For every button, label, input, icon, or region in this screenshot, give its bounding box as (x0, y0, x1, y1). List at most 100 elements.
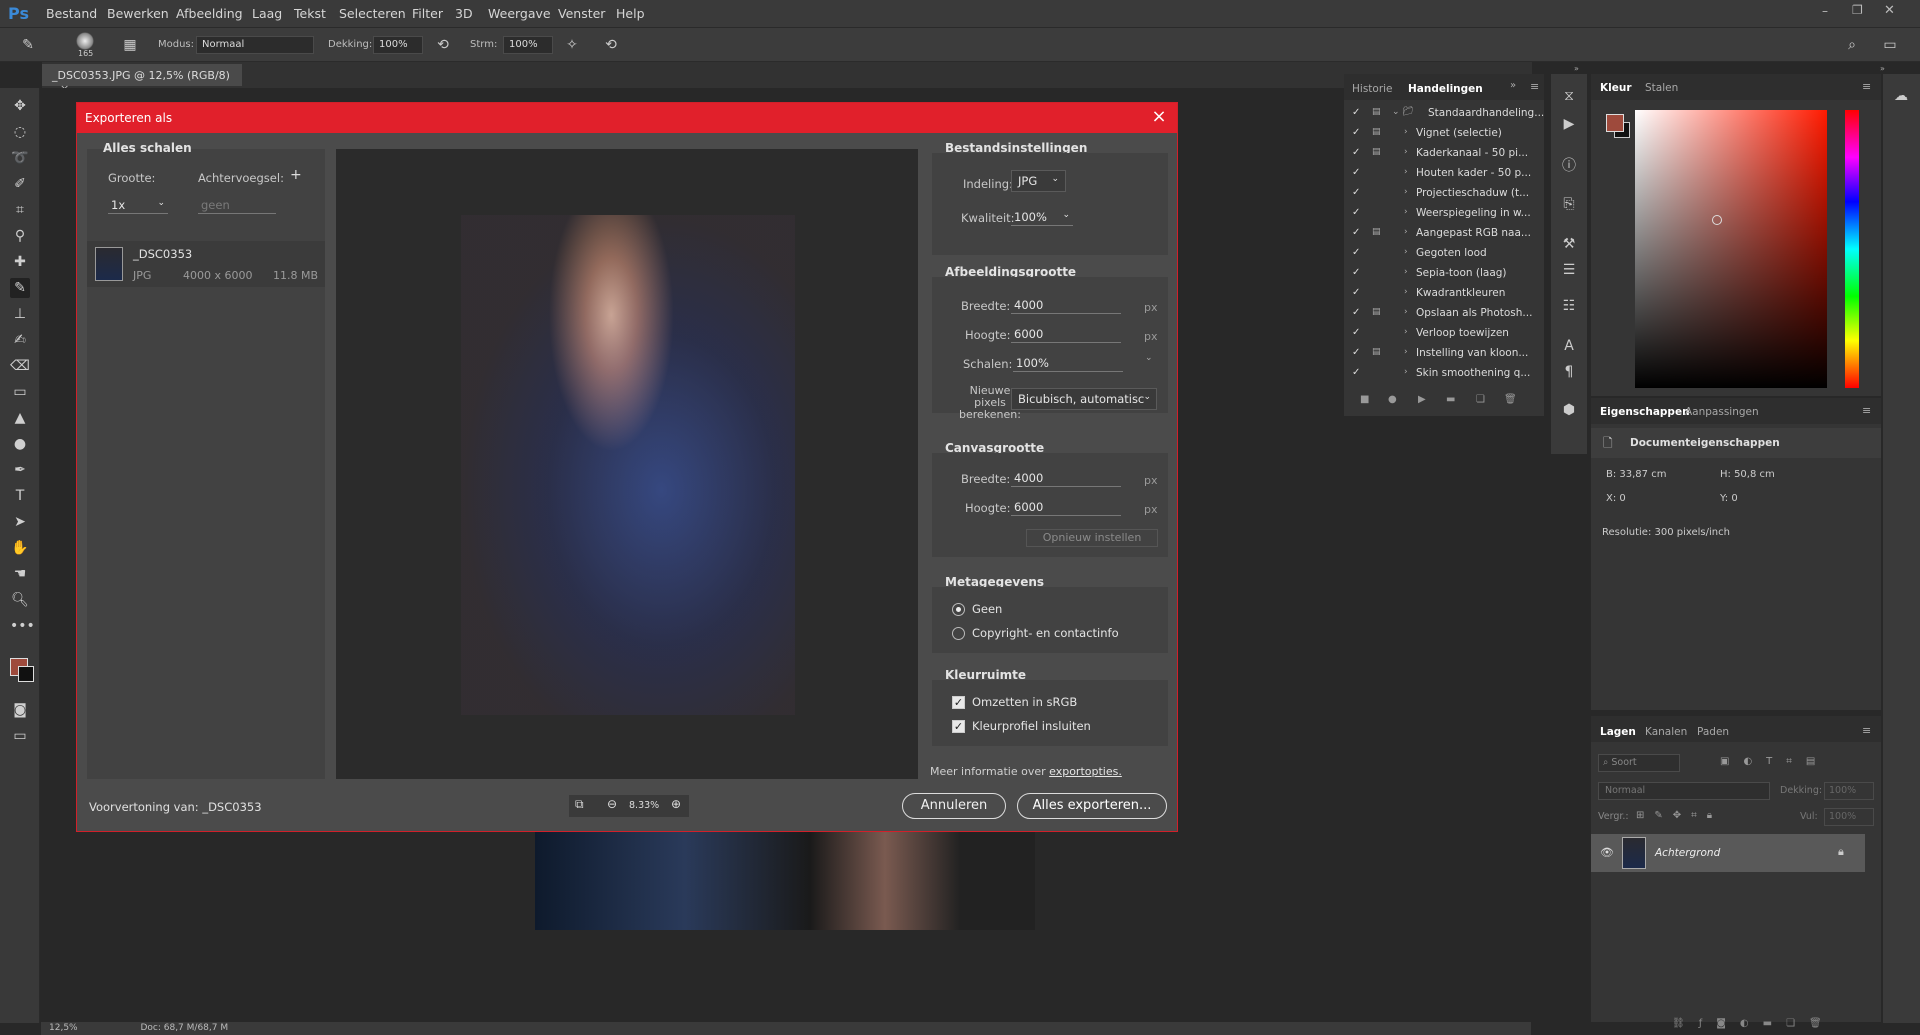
action-enabled-check-icon[interactable]: ✓ (1352, 347, 1360, 358)
layers-footer-icons[interactable]: ⛓ƒ◙◐▬❏🗑︎ (1672, 1018, 1836, 1029)
menu-weergave[interactable]: Weergave (488, 6, 551, 21)
suffix-input[interactable]: geen (198, 197, 276, 214)
lasso-tool-icon[interactable]: ➰ (10, 148, 30, 168)
properties-menu-icon[interactable]: ≡ (1862, 404, 1871, 417)
brush-tool-icon[interactable]: ✎ (18, 35, 38, 55)
action-row[interactable]: ✓ › Skin smoothening q... (1344, 364, 1544, 384)
cloud-libraries-icon[interactable]: ☁ (1891, 86, 1911, 106)
action-enabled-check-icon[interactable]: ✓ (1352, 327, 1360, 338)
cancel-button[interactable]: Annuleren (902, 793, 1006, 819)
folder-expand-icon[interactable]: ⌄ 📁︎ (1392, 107, 1414, 117)
export-all-button[interactable]: Alles exporteren... (1017, 793, 1167, 819)
action-enabled-check-icon[interactable]: ✓ (1352, 107, 1360, 118)
color-fg-swatch[interactable] (1606, 114, 1624, 132)
3d-icon[interactable]: ⬢ (1559, 400, 1579, 420)
reset-button[interactable]: Opnieuw instellen (1026, 529, 1158, 547)
pressure-size-icon[interactable]: ⟲ (601, 35, 621, 55)
action-enabled-check-icon[interactable]: ✓ (1352, 187, 1360, 198)
screen-mode-icon[interactable]: ▭ (10, 726, 30, 746)
pen-tool-icon[interactable]: ✒ (10, 460, 30, 480)
action-row[interactable]: ✓ › Sepia-toon (laag) (1344, 264, 1544, 284)
action-row[interactable]: ✓ › Kwadrantkleuren (1344, 284, 1544, 304)
metadata-none-radio[interactable] (952, 603, 965, 616)
action-enabled-check-icon[interactable]: ✓ (1352, 307, 1360, 318)
actions-play-icon[interactable]: ▶ (1559, 114, 1579, 134)
play-icon[interactable]: ▶ (1418, 394, 1426, 405)
tab-stalen[interactable]: Stalen (1645, 82, 1678, 94)
action-set-row[interactable]: ✓ ▤ ⌄ 📁︎ Standaardhandeling... (1344, 104, 1544, 124)
menu-bewerken[interactable]: Bewerken (107, 6, 169, 21)
flow-input[interactable]: 100% (503, 36, 553, 54)
menu-afbeelding[interactable]: Afbeelding (176, 6, 243, 21)
action-row[interactable]: ✓ ▤ › Vignet (selectie) (1344, 124, 1544, 144)
tab-handelingen[interactable]: Handelingen (1408, 83, 1483, 95)
record-icon[interactable]: ● (1388, 394, 1397, 405)
expand-chevron-icon[interactable]: › (1404, 127, 1408, 137)
action-row[interactable]: ✓ ▤ › Aangepast RGB naa... (1344, 224, 1544, 244)
tab-kleur[interactable]: Kleur (1600, 82, 1632, 94)
expand-chevron-icon[interactable]: › (1404, 167, 1408, 177)
action-enabled-check-icon[interactable]: ✓ (1352, 127, 1360, 138)
panel-menu-icon[interactable]: ≡ (1530, 80, 1539, 93)
img-height-input[interactable]: 6000 (1011, 326, 1121, 343)
color-field[interactable] (1635, 110, 1827, 388)
brush-settings-icon[interactable]: ⚒ (1559, 234, 1579, 254)
resample-select[interactable]: Bicubisch, automatisc ⌄ (1011, 388, 1157, 410)
canvas-width-input[interactable]: 4000 (1011, 470, 1121, 487)
brush-preset-icon[interactable] (76, 32, 94, 50)
brush-tool-selected-icon[interactable]: ✎ (10, 278, 30, 298)
action-row[interactable]: ✓ ▤ › Instelling van kloon... (1344, 344, 1544, 364)
quality-input[interactable]: 100% ⌄ (1011, 209, 1073, 226)
tab-aanpassingen[interactable]: Aanpassingen (1685, 406, 1759, 418)
history-brush-icon[interactable]: ✍ (10, 330, 30, 350)
workspace-icon[interactable]: ▭ (1880, 35, 1900, 55)
airbrush-icon[interactable]: ✧ (562, 35, 582, 55)
action-enabled-check-icon[interactable]: ✓ (1352, 207, 1360, 218)
layer-opacity-input[interactable]: 100% (1824, 782, 1874, 800)
action-dialog-toggle-icon[interactable]: ▤ (1372, 347, 1381, 357)
action-dialog-toggle-icon[interactable]: ▤ (1372, 307, 1381, 317)
action-enabled-check-icon[interactable]: ✓ (1352, 227, 1360, 238)
minimize-icon[interactable]: – (1822, 4, 1828, 18)
move-tool-icon[interactable]: ✥ (10, 96, 30, 116)
export-options-link[interactable]: exportopties. (1049, 765, 1122, 778)
scale-chevron-icon[interactable]: ⌄ (1145, 353, 1153, 363)
quick-mask-icon[interactable]: ◙ (10, 700, 30, 720)
new-action-icon[interactable]: ❏ (1476, 394, 1485, 405)
character-icon[interactable]: A (1559, 336, 1579, 356)
gradient-tool-icon[interactable]: ▭ (10, 382, 30, 402)
stamp-tool-icon[interactable]: ⊥ (10, 304, 30, 324)
add-scale-icon[interactable]: + (290, 167, 302, 183)
adjustments-icon[interactable]: ☰ (1559, 260, 1579, 280)
collapse-dock-icon[interactable]: » (1574, 64, 1579, 73)
action-enabled-check-icon[interactable]: ✓ (1352, 147, 1360, 158)
color-picker-cursor[interactable] (1712, 215, 1722, 225)
menu-3d[interactable]: 3D (455, 6, 473, 21)
menu-bestand[interactable]: Bestand (46, 6, 97, 21)
background-color-swatch[interactable] (18, 666, 34, 682)
fit-view-icon[interactable]: ⧉ (575, 797, 584, 812)
size-select[interactable]: 1x ⌄ (108, 197, 168, 214)
close-window-icon[interactable]: ✕ (1884, 3, 1895, 18)
expand-chevron-icon[interactable]: › (1404, 207, 1408, 217)
expand-chevron-icon[interactable]: › (1404, 227, 1408, 237)
menu-selecteren[interactable]: Selecteren (339, 6, 406, 21)
expand-chevron-icon[interactable]: › (1404, 307, 1408, 317)
zoom-out-icon[interactable]: ⊖ (607, 797, 617, 811)
img-width-input[interactable]: 4000 (1011, 297, 1121, 314)
crop-tool-icon[interactable]: ⌗ (10, 200, 30, 220)
layer-filter-kind[interactable]: ⌕ Soort (1598, 754, 1680, 772)
expand-chevron-icon[interactable]: › (1404, 247, 1408, 257)
action-dialog-toggle-icon[interactable]: ▤ (1372, 147, 1381, 157)
action-row[interactable]: ✓ › Projectieschaduw (t... (1344, 184, 1544, 204)
pressure-opacity-icon[interactable]: ⟲ (433, 35, 453, 55)
tab-eigenschappen[interactable]: Eigenschappen (1600, 406, 1690, 418)
action-row[interactable]: ✓ › Verloop toewijzen (1344, 324, 1544, 344)
action-dialog-toggle-icon[interactable]: ▤ (1372, 127, 1381, 137)
menu-filter[interactable]: Filter (412, 6, 443, 21)
info-icon[interactable]: ⓘ (1559, 156, 1579, 176)
layer-name[interactable]: Achtergrond (1655, 847, 1720, 859)
quick-select-icon[interactable]: ✐ (10, 174, 30, 194)
dialog-close-icon[interactable]: × (1149, 107, 1169, 127)
expand-chevron-icon[interactable]: › (1404, 347, 1408, 357)
